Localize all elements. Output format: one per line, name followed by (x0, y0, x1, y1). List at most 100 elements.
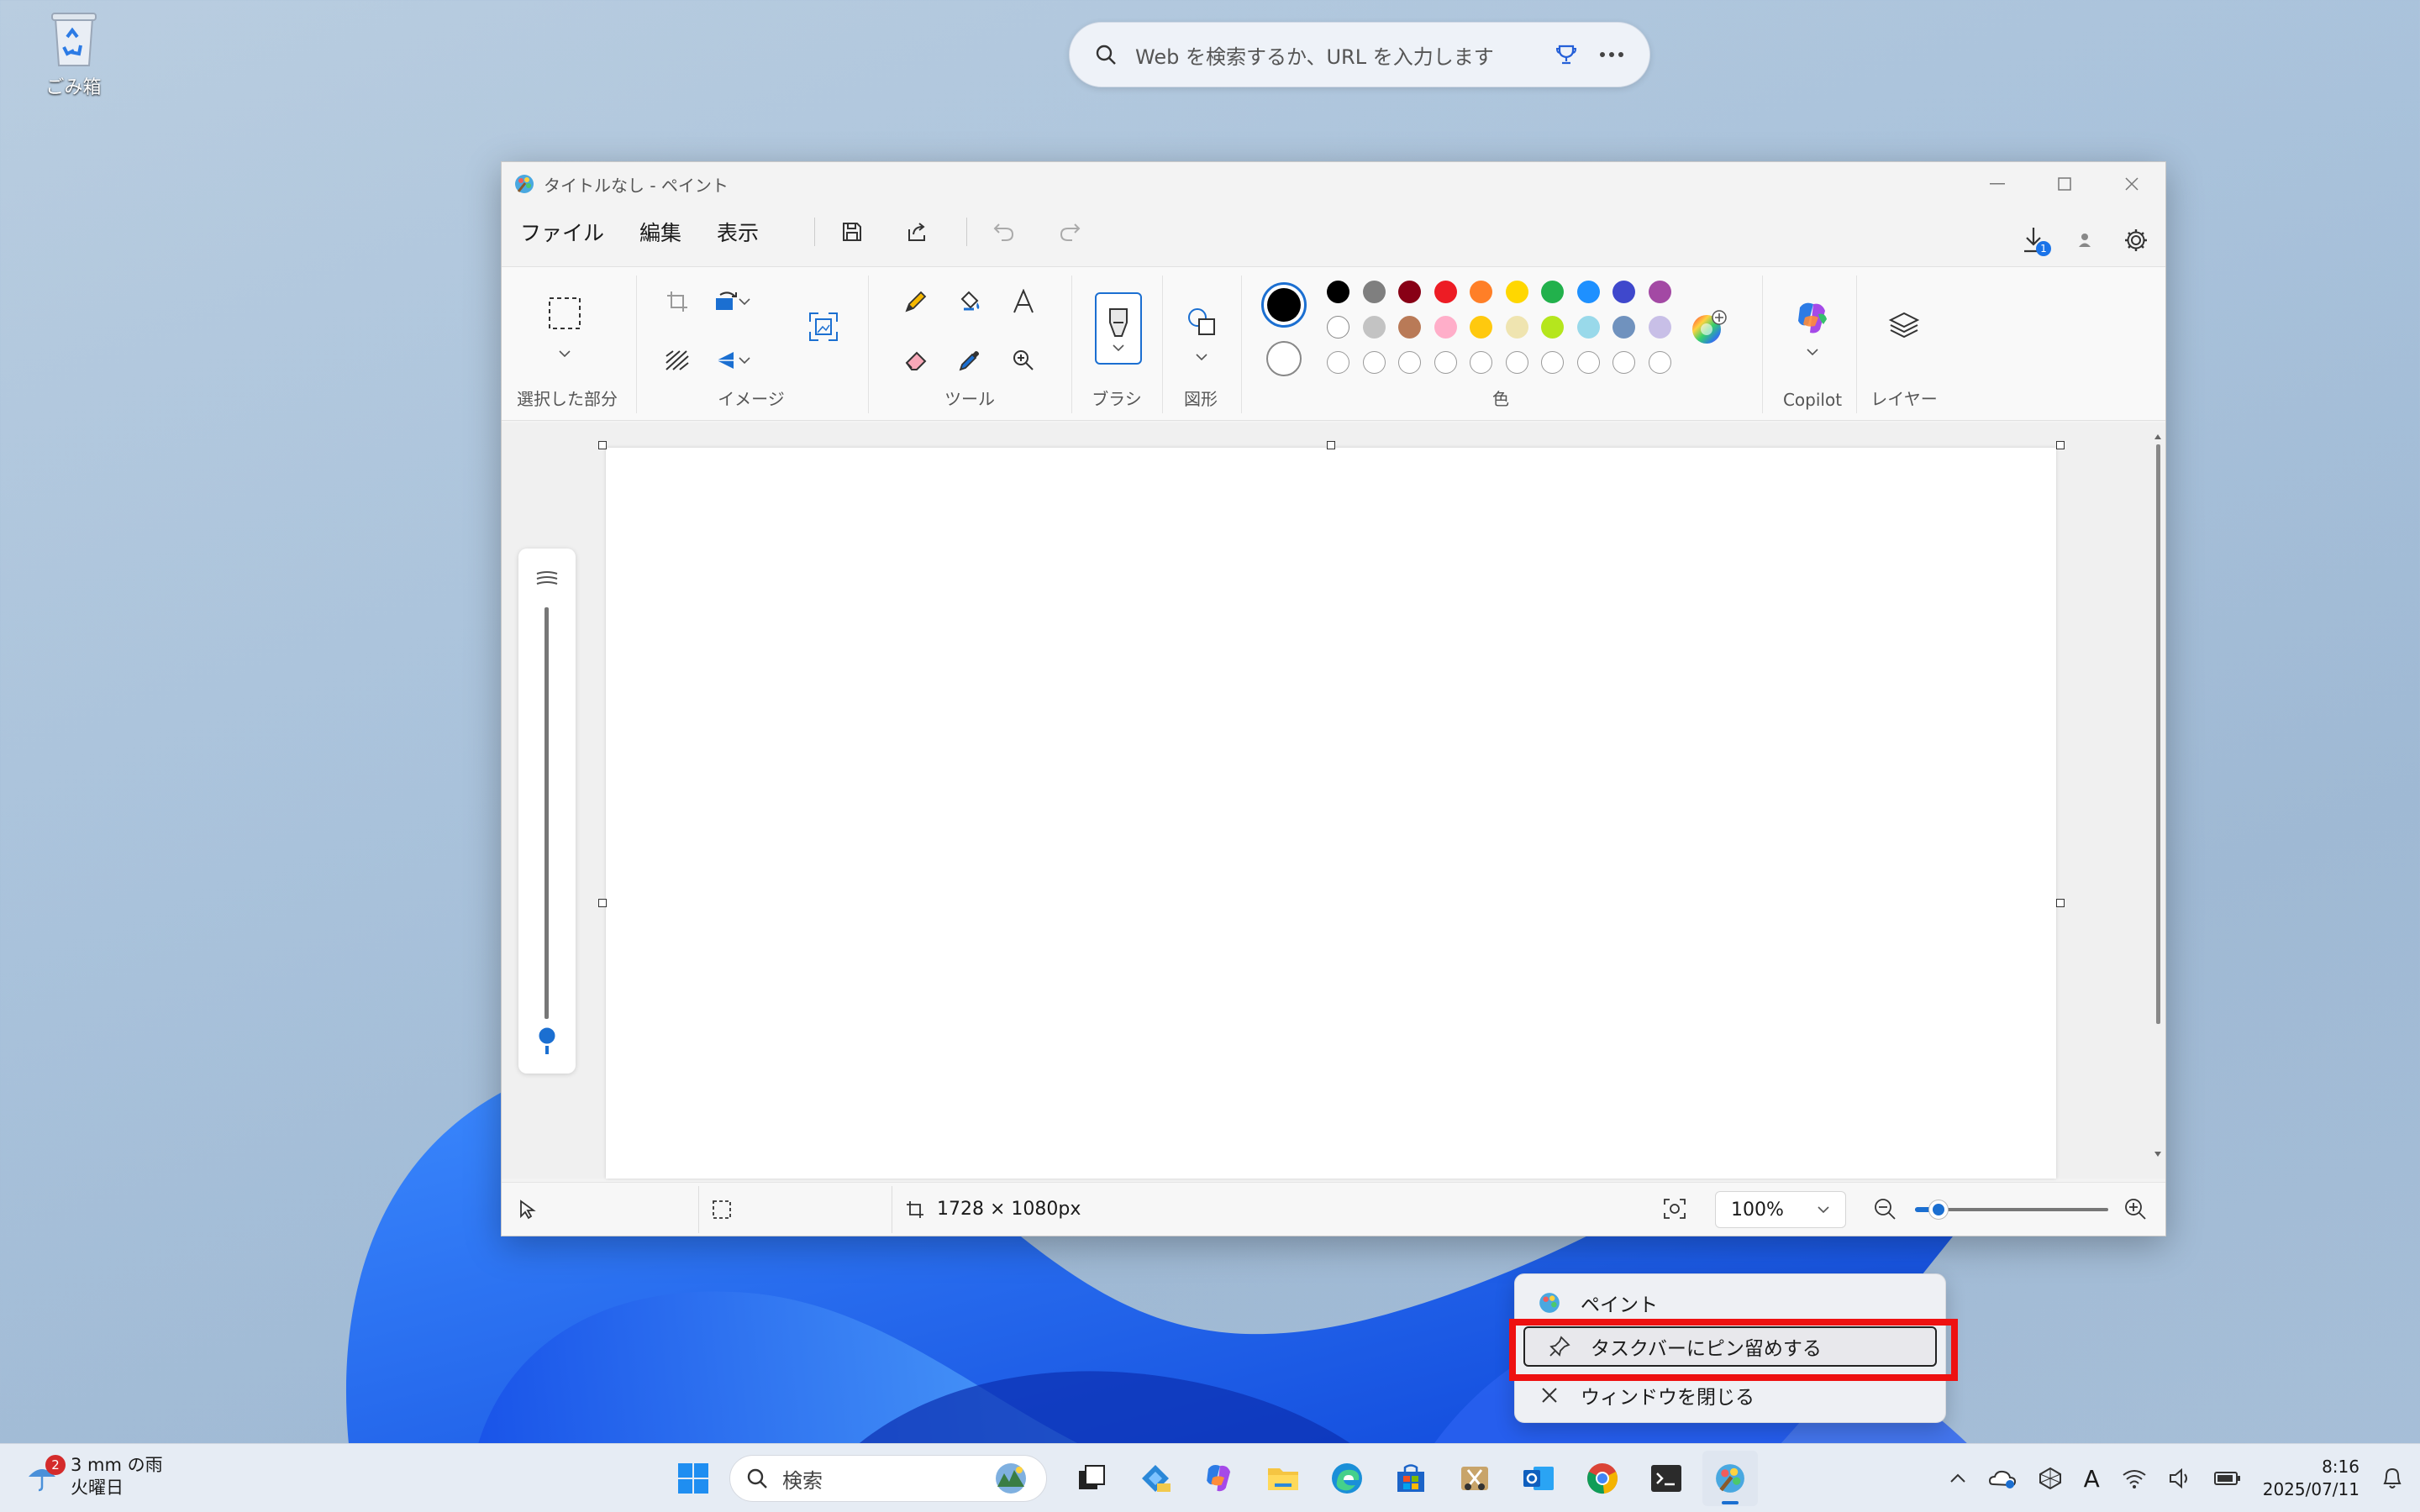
title-bar[interactable]: タイトルなし - ペイント (502, 162, 2165, 206)
color-swatch[interactable] (1648, 351, 1671, 374)
fill-bucket-icon[interactable] (949, 281, 991, 323)
chevron-up-icon[interactable] (1949, 1473, 1966, 1483)
drawing-canvas[interactable] (606, 448, 2056, 1179)
download-icon[interactable]: 1 (2021, 226, 2051, 256)
resize-handle[interactable] (2056, 899, 2065, 907)
microsoft-store-icon[interactable] (1383, 1451, 1439, 1506)
chevron-down-icon[interactable] (732, 339, 757, 381)
color-swatch[interactable] (1541, 351, 1564, 374)
paint-taskbar-icon[interactable] (1702, 1451, 1758, 1506)
eraser-icon[interactable] (895, 339, 937, 381)
zoom-slider[interactable] (1915, 1198, 2108, 1221)
network-sync-icon[interactable] (2039, 1467, 2062, 1490)
color-swatch[interactable] (1648, 316, 1671, 339)
color-swatch[interactable] (1398, 351, 1421, 374)
minimize-button[interactable] (1964, 162, 2031, 206)
clock[interactable]: 8:16 2025/07/11 (2263, 1456, 2360, 1501)
chevron-down-icon[interactable] (544, 333, 586, 375)
secondary-color-swatch[interactable] (1266, 341, 1302, 376)
color-swatch[interactable] (1327, 316, 1349, 339)
fit-to-window-icon[interactable] (1663, 1198, 1686, 1220)
resize-handle[interactable] (2056, 441, 2065, 449)
chevron-down-icon[interactable] (732, 281, 757, 323)
layers-icon[interactable] (1883, 304, 1925, 346)
select-rectangle-icon[interactable] (544, 292, 586, 334)
snipping-tool-icon[interactable] (1447, 1451, 1502, 1506)
outlook-icon[interactable] (1511, 1451, 1566, 1506)
resize-image-icon[interactable] (802, 306, 844, 348)
color-swatch[interactable] (1612, 351, 1635, 374)
color-swatch[interactable] (1327, 351, 1349, 374)
edge-browser-icon[interactable] (1319, 1451, 1375, 1506)
settings-gear-icon[interactable] (2123, 228, 2149, 253)
zoom-select[interactable]: 100% (1715, 1191, 1846, 1228)
ime-indicator[interactable]: A (2084, 1465, 2100, 1493)
taskbar-search[interactable]: 検索 (729, 1455, 1047, 1502)
adjust-image-icon[interactable] (656, 339, 698, 381)
crop-icon[interactable] (656, 281, 698, 323)
copilot-app-icon[interactable] (1192, 1451, 1247, 1506)
brush-size-slider[interactable] (518, 549, 576, 1074)
zoom-in-icon[interactable] (2123, 1197, 2147, 1221)
vertical-scrollbar[interactable] (2154, 431, 2162, 1162)
color-swatch[interactable] (1470, 316, 1492, 339)
browser-search-bar[interactable]: Web を検索するか、URL を入力します (1069, 22, 1650, 87)
notification-bell-icon[interactable] (2381, 1467, 2403, 1490)
color-swatch[interactable] (1505, 281, 1528, 303)
color-swatch[interactable] (1434, 316, 1457, 339)
resize-handle[interactable] (598, 441, 607, 449)
color-swatch[interactable] (1434, 281, 1457, 303)
color-swatch[interactable] (1362, 281, 1386, 303)
color-swatch[interactable] (1327, 281, 1349, 303)
color-swatch[interactable] (1648, 281, 1671, 303)
maximize-button[interactable] (2031, 162, 2098, 206)
redo-icon[interactable] (1053, 215, 1086, 249)
edit-colors-icon[interactable] (1688, 307, 1730, 349)
color-swatch[interactable] (1362, 316, 1386, 339)
preview-app-icon[interactable] (1128, 1451, 1183, 1506)
share-icon[interactable] (901, 215, 934, 249)
color-swatch[interactable] (1505, 351, 1528, 374)
undo-icon[interactable] (987, 215, 1021, 249)
color-swatch[interactable] (1576, 281, 1600, 303)
weather-widget[interactable]: 2 3 mm の雨 火曜日 (25, 1454, 163, 1499)
primary-color-swatch[interactable] (1261, 282, 1307, 328)
color-picker-icon[interactable] (949, 339, 991, 381)
magnifier-icon[interactable] (1002, 339, 1044, 381)
trophy-icon[interactable] (1555, 44, 1577, 66)
chevron-down-icon[interactable] (1791, 331, 1833, 373)
color-swatch[interactable] (1362, 351, 1386, 374)
menu-view[interactable]: 表示 (717, 217, 759, 247)
pencil-icon[interactable] (895, 281, 937, 323)
onedrive-icon[interactable] (1988, 1467, 2017, 1489)
volume-icon[interactable] (2169, 1468, 2192, 1488)
color-swatch[interactable] (1541, 281, 1564, 303)
more-options-icon[interactable] (1599, 51, 1624, 58)
close-button[interactable] (2098, 162, 2165, 206)
color-swatch[interactable] (1470, 281, 1492, 303)
color-swatch[interactable] (1470, 351, 1492, 374)
menu-edit[interactable]: 編集 (639, 217, 681, 247)
zoom-out-icon[interactable] (1873, 1197, 1897, 1221)
color-swatch[interactable] (1576, 351, 1600, 374)
resize-handle[interactable] (598, 899, 607, 907)
file-explorer-icon[interactable] (1255, 1451, 1311, 1506)
color-swatch[interactable] (1612, 316, 1635, 339)
color-swatch[interactable] (1505, 316, 1528, 339)
color-swatch[interactable] (1434, 351, 1457, 374)
battery-icon[interactable] (2213, 1471, 2241, 1486)
account-icon[interactable] (2076, 231, 2093, 249)
save-icon[interactable] (835, 215, 869, 249)
task-view-icon[interactable] (1064, 1451, 1119, 1506)
text-icon[interactable] (1002, 281, 1044, 323)
resize-handle[interactable] (1327, 441, 1335, 449)
chevron-down-icon[interactable] (1181, 336, 1223, 378)
chrome-icon[interactable] (1575, 1451, 1630, 1506)
wifi-icon[interactable] (2122, 1468, 2147, 1488)
start-button[interactable] (666, 1451, 721, 1506)
desktop-recycle-bin[interactable]: ごみ箱 (34, 8, 113, 99)
color-swatch[interactable] (1398, 281, 1421, 303)
color-swatch[interactable] (1398, 316, 1421, 339)
color-swatch[interactable] (1576, 316, 1600, 339)
color-swatch[interactable] (1541, 316, 1564, 339)
